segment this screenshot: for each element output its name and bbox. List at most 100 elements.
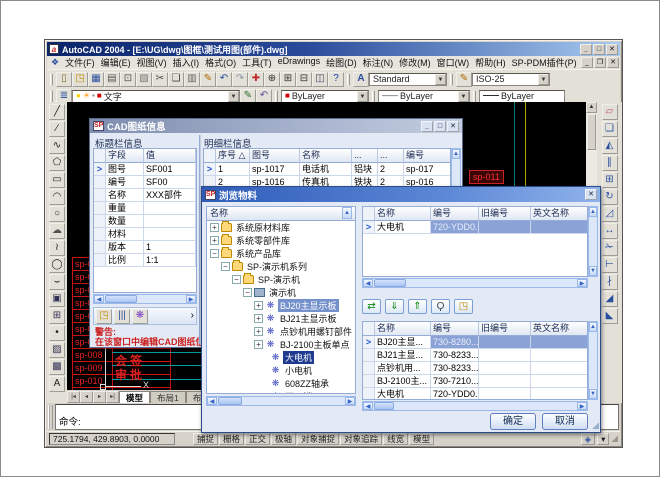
column-header[interactable]: 名称 [375, 207, 431, 221]
extend-button[interactable]: ⊢ [602, 257, 618, 273]
redo-button[interactable]: ↷ [232, 72, 248, 87]
layout-tab[interactable]: 布局1 [150, 391, 186, 403]
mdi-restore-icon[interactable]: ❐ [594, 57, 606, 68]
column-header[interactable]: ... [378, 149, 404, 163]
toolbar-grip[interactable] [473, 91, 476, 102]
scroll-up-icon[interactable]: ▲ [586, 102, 597, 113]
status-toggle[interactable]: 栅格 [219, 433, 244, 445]
barcode-button[interactable]: ||| [114, 309, 130, 324]
tree-item[interactable]: ❋开口销 [207, 390, 355, 394]
title-block-grid[interactable]: 字段值>图号SF001编号SF00名称XXX部件重量数量材料版本1比例1:1 [93, 148, 197, 293]
menu-item[interactable]: 标注(N) [360, 56, 397, 69]
layout-tab[interactable]: 模型 [119, 391, 150, 403]
make-block-button[interactable]: ⊞ [49, 308, 65, 324]
table-row[interactable]: >大电机720-YDD0... [363, 221, 587, 234]
scroll-right-icon[interactable]: ▶ [577, 279, 587, 287]
maximize-icon[interactable]: □ [593, 44, 605, 55]
undo-button[interactable]: ↶ [216, 72, 232, 87]
tab-prev-icon[interactable]: ◂ [80, 391, 93, 403]
linetype-combo[interactable]: —— ByLayer ▼ [378, 90, 470, 103]
zoom-window-button[interactable]: ⊞ [280, 72, 296, 87]
menu-item[interactable]: 格式(O) [202, 56, 239, 69]
expander-icon[interactable]: + [210, 236, 219, 245]
scroll-right-icon[interactable]: ▶ [186, 295, 196, 303]
minimize-icon[interactable]: _ [580, 44, 592, 55]
ok-button[interactable]: 确定 [490, 413, 536, 430]
resize-grip-icon[interactable]: ◢ [611, 433, 618, 444]
chevron-down-icon[interactable]: ▼ [357, 91, 368, 102]
dim-style-button[interactable]: ✎ [456, 72, 472, 87]
add-material-button[interactable]: ❋ [132, 309, 148, 324]
paste-button[interactable]: ▥ [184, 72, 200, 87]
pan-button[interactable]: ✚ [248, 72, 264, 87]
arc-button[interactable]: ◠ [49, 189, 65, 205]
cad-info-dialog-titlebar[interactable]: SP CAD图纸信息 _ □ ✕ [90, 119, 462, 133]
scroll-thumb[interactable] [218, 397, 242, 405]
zoom-previous-button[interactable]: ⊟ [296, 72, 312, 87]
dialog-resize-grip[interactable]: ◢ [592, 420, 599, 431]
column-header[interactable]: 旧编号 [479, 207, 531, 221]
scroll-thumb[interactable] [374, 402, 394, 410]
expander-icon[interactable]: + [254, 327, 263, 336]
status-menu-chevron-icon[interactable]: ▾ [597, 433, 609, 445]
table-row[interactable]: BJ-2100主...730-7210... [363, 375, 587, 388]
table-row[interactable]: 数量 [94, 215, 196, 228]
menu-item[interactable]: SP-PDM插件(P) [509, 56, 580, 69]
column-header[interactable]: ... [352, 149, 378, 163]
dim-style-combo[interactable]: ISO-25 ▼ [472, 73, 550, 86]
scroll-up-icon[interactable]: ▲ [452, 149, 460, 159]
column-header[interactable]: 名称 [375, 322, 431, 336]
status-toggle[interactable]: 线宽 [383, 433, 408, 445]
array-button[interactable]: ⊞ [602, 172, 618, 188]
layer-combo[interactable]: ● ☀ ▪ ■ 文字 ▼ [72, 90, 240, 103]
column-header[interactable]: 编号 [431, 207, 479, 221]
copy-object-button[interactable]: ❏ [602, 121, 618, 137]
tree-hscrollbar[interactable]: ◀ ▶ [206, 396, 356, 406]
status-toggle[interactable]: 模型 [409, 433, 434, 445]
plot-preview-button[interactable]: ⊡ [120, 72, 136, 87]
toolbar-grip[interactable] [50, 74, 53, 85]
tree-item[interactable]: ❋大电机 [207, 351, 355, 364]
line-button[interactable]: ╱ [49, 104, 65, 120]
scroll-up-icon[interactable]: ▲ [589, 322, 597, 332]
expander-icon[interactable]: − [210, 249, 219, 258]
column-header[interactable]: 英文名称 [531, 207, 588, 221]
table-row[interactable]: 重量 [94, 202, 196, 215]
chevron-down-icon[interactable]: ▼ [458, 91, 469, 102]
title-bar[interactable]: a AutoCAD 2004 - [E:\UG\dwg\图框\测试用图(部件).… [47, 42, 620, 56]
browse-dialog-titlebar[interactable]: SP 浏览物料 ✕ [202, 187, 600, 202]
column-header[interactable]: 英文名称 [531, 322, 588, 336]
toolbar-grip[interactable] [275, 91, 278, 102]
toolbar-grip[interactable] [372, 91, 375, 102]
expander-icon[interactable]: − [243, 288, 252, 297]
scroll-thumb[interactable] [105, 295, 137, 303]
scroll-thumb[interactable] [374, 279, 406, 287]
selected-material-grid[interactable]: 名称编号旧编号英文名称>大电机720-YDD0... [362, 206, 588, 277]
erase-button[interactable]: ▱ [602, 104, 618, 120]
dialog-close-icon[interactable]: ✕ [585, 189, 597, 200]
fillet-button[interactable]: ◣ [602, 308, 618, 324]
scroll-up-icon[interactable]: ▲ [589, 207, 597, 217]
tree-item[interactable]: +系统原材料库 [207, 221, 355, 234]
column-header[interactable]: 值 [144, 149, 196, 163]
tree-item[interactable]: ❋608ZZ轴承 [207, 377, 355, 390]
close-icon[interactable]: ✕ [606, 44, 618, 55]
table-row[interactable]: >图号SF001 [94, 163, 196, 176]
tree-item[interactable]: +❋点钞机用螺钉部件 [207, 325, 355, 338]
table-row[interactable]: >BJ20主显...730-8280... [363, 336, 587, 349]
scroll-thumb[interactable] [587, 114, 596, 150]
tree-item[interactable]: ❋小电机 [207, 364, 355, 377]
tree-item[interactable]: +❋BJ20主显示板 [207, 299, 355, 312]
tree-item[interactable]: −演示机 [207, 286, 355, 299]
zoom-realtime-button[interactable]: ⊕ [264, 72, 280, 87]
menu-item[interactable]: 视图(V) [134, 56, 170, 69]
table-row[interactable]: 比例1:1 [94, 254, 196, 267]
copy-button[interactable]: ❏ [168, 72, 184, 87]
tab-first-icon[interactable]: |◂ [67, 391, 80, 403]
cut-button[interactable]: ✂ [152, 72, 168, 87]
column-header[interactable]: 编号 [404, 149, 451, 163]
tree-item[interactable]: −系统产品库 [207, 247, 355, 260]
expander-icon[interactable]: − [232, 275, 241, 284]
mirror-button[interactable]: ◭ [602, 138, 618, 154]
expander-icon[interactable]: + [254, 314, 263, 323]
